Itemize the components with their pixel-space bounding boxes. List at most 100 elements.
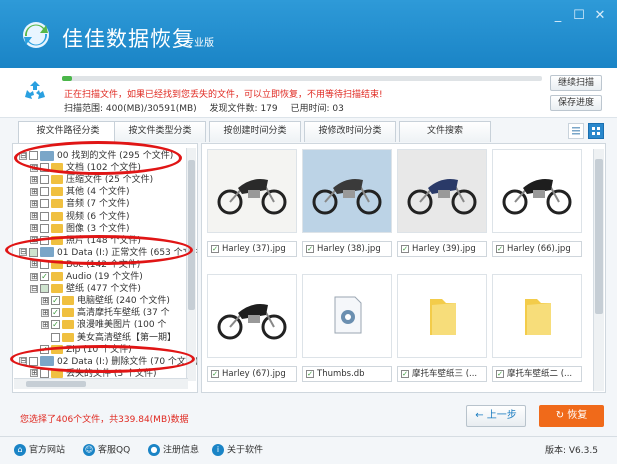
collapse-icon[interactable]: ⊟ (30, 284, 38, 293)
file-checkbox[interactable]: ✓ (306, 245, 314, 253)
recover-button[interactable]: ↻ 恢复 (539, 405, 604, 427)
list-view-icon[interactable] (568, 123, 584, 139)
file-checkbox[interactable]: ✓ (496, 370, 504, 378)
qq-support-link[interactable]: ☺ 客服QQ (83, 444, 130, 457)
tab-file-search[interactable]: 文件搜索 (399, 121, 491, 142)
tree-item[interactable]: 美女高清壁纸【第一期】 (41, 332, 176, 344)
expand-icon[interactable]: ⊞ (30, 224, 38, 233)
tree-item[interactable]: ⊞ 其他 (4 个文件) (30, 186, 129, 198)
tree-checkbox[interactable] (40, 187, 49, 197)
tree-item-label: 高清摩托车壁纸 (37 个 (77, 308, 170, 319)
grid-view-icon[interactable] (588, 123, 604, 139)
expand-icon[interactable]: ⊞ (30, 199, 38, 208)
expand-icon[interactable]: ⊞ (41, 308, 49, 317)
file-label[interactable]: ✓ Thumbs.db (302, 366, 392, 382)
recycle-icon (25, 81, 45, 99)
tree-checkbox[interactable] (51, 308, 60, 318)
tree-checkbox[interactable] (51, 296, 60, 306)
file-thumbnail (302, 274, 392, 358)
tree-checkbox[interactable] (51, 332, 60, 342)
folder-icon (430, 299, 456, 335)
tab-by-created[interactable]: 按创建时间分类 (209, 121, 301, 142)
tab-by-type[interactable]: 按文件类型分类 (114, 121, 206, 142)
tree-horizontal-scrollbar[interactable] (14, 378, 188, 389)
file-checkbox[interactable]: ✓ (401, 245, 409, 253)
tree-checkbox[interactable] (40, 272, 49, 281)
tree-checkbox[interactable] (40, 175, 49, 185)
file-tile[interactable]: ✓ Harley (66).jpg (492, 149, 582, 263)
tree-item[interactable]: ⊞ 高清摩托车壁纸 (37 个 (41, 307, 170, 319)
file-label[interactable]: ✓ Harley (37).jpg (207, 241, 297, 257)
close-icon[interactable]: ✕ (592, 8, 608, 24)
file-tile[interactable]: ✓ 摩托车壁纸三 (... (397, 274, 487, 388)
expand-icon[interactable]: ⊞ (30, 260, 38, 269)
file-label[interactable]: ✓ Harley (66).jpg (492, 241, 582, 257)
file-tile[interactable]: ✓ Thumbs.db (302, 274, 392, 388)
expand-icon[interactable]: ⊞ (41, 320, 49, 329)
file-checkbox[interactable]: ✓ (496, 245, 504, 253)
expand-icon[interactable]: ⊞ (41, 296, 49, 305)
file-tile[interactable]: ✓ 摩托车壁纸二 (... (492, 274, 582, 388)
tree-hscroll-thumb[interactable] (26, 381, 86, 387)
tree-item[interactable]: ⊞ 图像 (3 个文件) (30, 223, 129, 235)
file-label[interactable]: ✓ Harley (38).jpg (302, 241, 392, 257)
file-label[interactable]: ✓ 摩托车壁纸三 (... (397, 366, 487, 382)
tree-item[interactable]: ⊞ 浪漫唯美图片 (100 个 (41, 319, 166, 331)
tab-by-modified[interactable]: 按修改时间分类 (304, 121, 396, 142)
file-checkbox[interactable]: ✓ (306, 370, 314, 378)
tree-item[interactable]: ⊞ 音频 (7 个文件) (30, 198, 129, 210)
file-thumbnail (207, 149, 297, 233)
elapsed-time: 已用时间: 03 (290, 104, 344, 114)
file-tile[interactable]: ✓ Harley (38).jpg (302, 149, 392, 263)
expand-icon[interactable]: ⊞ (30, 272, 38, 281)
file-tile[interactable]: ✓ Harley (67).jpg (207, 274, 297, 388)
file-label[interactable]: ✓ Harley (67).jpg (207, 366, 297, 382)
file-label[interactable]: ✓ 摩托车壁纸二 (... (492, 366, 582, 382)
file-tile[interactable]: ✓ Harley (39).jpg (397, 149, 487, 263)
grid-vertical-scrollbar[interactable] (593, 149, 604, 391)
bottom-bar: ⌂ 官方网站 ☺ 客服QQ ● 注册信息 i 关于软件 (0, 436, 617, 464)
file-thumbnail (492, 149, 582, 233)
tree-checkbox[interactable] (51, 320, 60, 330)
tree-vertical-scrollbar[interactable] (186, 148, 196, 381)
tab-by-path[interactable]: 按文件路径分类 (18, 121, 118, 143)
grid-scroll-thumb[interactable] (595, 159, 603, 314)
tree-checkbox[interactable] (40, 284, 49, 294)
file-tile[interactable]: ✓ Harley (37).jpg (207, 149, 297, 263)
expand-icon[interactable]: ⊞ (30, 187, 38, 196)
tree-item-label: 浪漫唯美图片 (100 个 (77, 320, 167, 331)
file-checkbox[interactable]: ✓ (211, 370, 219, 378)
tree-item-label: Audio (19 个文件) (66, 272, 143, 282)
tree-checkbox[interactable] (40, 211, 49, 221)
expand-icon[interactable]: ⊞ (30, 175, 38, 184)
save-progress-button[interactable]: 保存进度 (550, 95, 602, 111)
folder-icon (62, 296, 74, 306)
tree-item[interactable]: ⊟ 壁纸 (477 个文件) (30, 283, 141, 295)
app-window: 佳佳数据恢复 专业版 _ ☐ ✕ 正在扫描文件，如果已经找到您丢失的文件，可以立… (0, 0, 617, 464)
back-button[interactable]: ← 上一步 (466, 405, 526, 427)
tree-scroll-thumb[interactable] (188, 160, 195, 310)
continue-scan-button[interactable]: 继续扫描 (550, 75, 602, 91)
about-link[interactable]: i 关于软件 (212, 444, 263, 457)
tree-item[interactable]: ⊞ 电脑壁纸 (240 个文件) (41, 295, 170, 307)
folder-icon (51, 187, 63, 197)
minimize-icon[interactable]: _ (550, 8, 566, 24)
website-link[interactable]: ⌂ 官方网站 (14, 444, 65, 457)
file-checkbox[interactable]: ✓ (401, 370, 409, 378)
file-checkbox[interactable]: ✓ (211, 245, 219, 253)
expand-icon[interactable]: ⊞ (30, 369, 38, 378)
tree-item-label: 图像 (3 个文件) (66, 223, 130, 234)
tree-item[interactable]: ⊞ 视频 (6 个文件) (30, 211, 129, 223)
file-label[interactable]: ✓ Harley (39).jpg (397, 241, 487, 257)
folder-icon (62, 332, 74, 342)
tree-checkbox[interactable] (40, 199, 49, 209)
tree-item[interactable]: ⊞ 压缩文件 (25 个文件) (30, 174, 153, 186)
tree-checkbox[interactable] (40, 223, 49, 233)
maximize-icon[interactable]: ☐ (571, 8, 587, 24)
tree-item[interactable]: ⊞ Audio (19 个文件) (30, 271, 143, 283)
expand-icon[interactable]: ⊞ (30, 212, 38, 220)
file-name: 摩托车壁纸二 (... (507, 369, 573, 379)
register-info-link[interactable]: ● 注册信息 (148, 444, 199, 457)
tree-item-label: 电脑壁纸 (240 个文件) (77, 296, 170, 307)
refresh-icon: ↻ (555, 410, 565, 421)
